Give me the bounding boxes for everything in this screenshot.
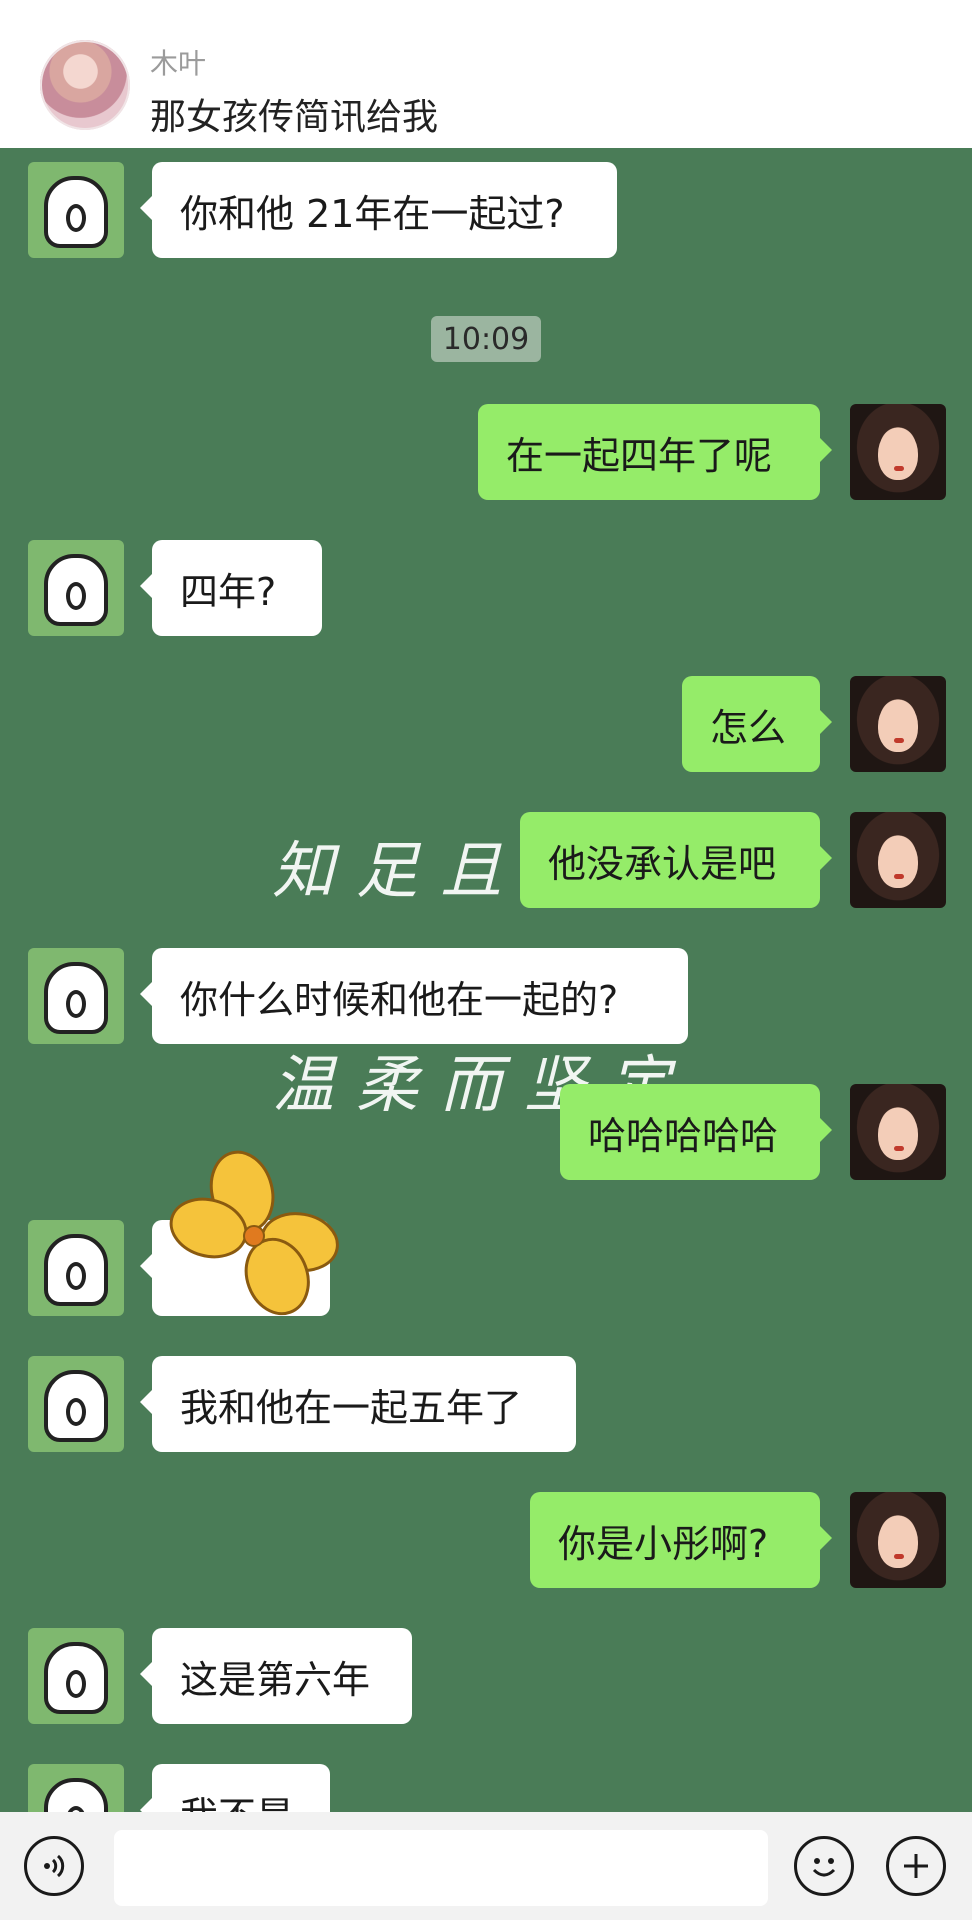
contact-name: 木叶 xyxy=(150,47,207,80)
bear-icon xyxy=(44,962,108,1034)
message-row: 哈哈哈哈哈 xyxy=(0,1084,972,1182)
sender-avatar[interactable] xyxy=(28,1764,124,1812)
my-avatar[interactable] xyxy=(850,404,946,500)
message-row: 他没承认是吧 xyxy=(0,812,972,910)
message-bubble[interactable]: 这是第六年 xyxy=(140,1628,412,1724)
emoji-icon[interactable] xyxy=(794,1836,854,1896)
voice-icon[interactable] xyxy=(24,1836,84,1896)
chat-header: 木叶 那女孩传简讯给我 xyxy=(0,0,972,148)
message-row: 怎么 xyxy=(0,676,972,774)
message-bubble[interactable]: 你什么时候和他在一起的? xyxy=(140,948,688,1044)
bear-icon xyxy=(44,176,108,248)
message-bubble[interactable]: 你是小彤啊? xyxy=(530,1492,832,1588)
message-bubble[interactable]: 在一起四年了呢 xyxy=(478,404,832,500)
sender-avatar[interactable] xyxy=(28,162,124,258)
chat-title: 那女孩传简讯给我 xyxy=(150,97,439,138)
sender-avatar[interactable] xyxy=(28,1628,124,1724)
bear-icon xyxy=(44,1370,108,1442)
bear-icon xyxy=(44,1778,108,1812)
bear-icon xyxy=(44,1234,108,1306)
bear-icon xyxy=(44,1642,108,1714)
message-bubble[interactable]: 你和他 21年在一起过? xyxy=(140,162,617,258)
timestamp: 10:09 xyxy=(431,316,541,362)
message-bubble[interactable]: 四年? xyxy=(140,540,322,636)
sender-avatar[interactable] xyxy=(28,540,124,636)
my-avatar[interactable] xyxy=(850,676,946,772)
contact-avatar[interactable] xyxy=(40,40,130,130)
message-bubble[interactable]: 我和他在一起五年了 xyxy=(140,1356,576,1452)
my-avatar[interactable] xyxy=(850,1492,946,1588)
message-bubble[interactable]: 怎么 xyxy=(682,676,832,772)
chat-area[interactable]: 知足且 温柔而坚定 你和他 21年在一起过? 10:09 在一起四年了呢 四年?… xyxy=(0,148,972,1812)
message-bubble[interactable]: 他没承认是吧 xyxy=(520,812,832,908)
message-bubble[interactable]: 哈哈哈哈哈 xyxy=(560,1084,832,1180)
flower-sticker-icon xyxy=(169,1150,339,1316)
bear-icon xyxy=(44,554,108,626)
sender-avatar[interactable] xyxy=(28,948,124,1044)
input-bar xyxy=(0,1812,972,1920)
sender-avatar[interactable] xyxy=(28,1356,124,1452)
message-bubble[interactable]: 我不是 xyxy=(140,1764,330,1812)
message-row: 在一起四年了呢 xyxy=(0,404,972,502)
my-avatar[interactable] xyxy=(850,812,946,908)
sender-avatar[interactable] xyxy=(28,1220,124,1316)
message-input[interactable] xyxy=(114,1830,768,1906)
message-row: 你是小彤啊? xyxy=(0,1492,972,1590)
my-avatar[interactable] xyxy=(850,1084,946,1180)
plus-icon[interactable] xyxy=(886,1836,946,1896)
